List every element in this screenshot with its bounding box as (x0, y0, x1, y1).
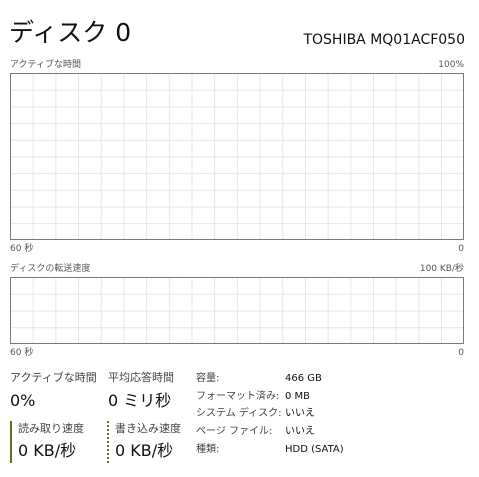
read-speed-label: 読み取り速度 (18, 422, 84, 435)
active-time-label: アクティブな時間 (10, 371, 97, 384)
avg-response-value: 0 ミリ秒 (108, 391, 172, 410)
active-time-graph-max: 100% (438, 60, 464, 70)
write-speed-indicator (107, 421, 109, 463)
disk-title: ディスク 0 (9, 18, 132, 47)
read-speed-value: 0 KB/秒 (18, 441, 77, 460)
active-time-graph-label: アクティブな時間 (10, 60, 82, 70)
formatted-label: フォーマット済み: (196, 391, 280, 402)
active-time-value: 0% (10, 391, 36, 410)
disk-type-value: HDD (SATA) (285, 444, 344, 455)
active-time-graph (10, 73, 464, 240)
write-speed-label: 書き込み速度 (115, 422, 181, 435)
transfer-rate-graph (10, 277, 464, 344)
page-file-value: いいえ (285, 426, 315, 437)
capacity-label: 容量: (196, 373, 220, 384)
capacity-value: 466 GB (285, 373, 322, 384)
formatted-value: 0 MB (285, 391, 311, 402)
disk-model: TOSHIBA MQ01ACF050 (303, 32, 465, 48)
avg-response-label: 平均応答時間 (108, 371, 174, 384)
system-disk-value: いいえ (285, 408, 315, 419)
system-disk-label: システム ディスク: (196, 408, 282, 419)
page-file-label: ページ ファイル: (196, 426, 273, 437)
active-time-graph-min: 0 (458, 244, 464, 254)
transfer-graph-label: ディスクの転送速度 (10, 264, 91, 274)
transfer-graph-max: 100 KB/秒 (419, 264, 464, 274)
read-speed-indicator (10, 421, 12, 463)
write-speed-value: 0 KB/秒 (115, 441, 174, 460)
transfer-graph-min: 0 (458, 348, 464, 358)
active-time-graph-time: 60 秒 (10, 244, 34, 254)
disk-type-label: 種類: (196, 444, 220, 455)
transfer-graph-time: 60 秒 (10, 348, 34, 358)
